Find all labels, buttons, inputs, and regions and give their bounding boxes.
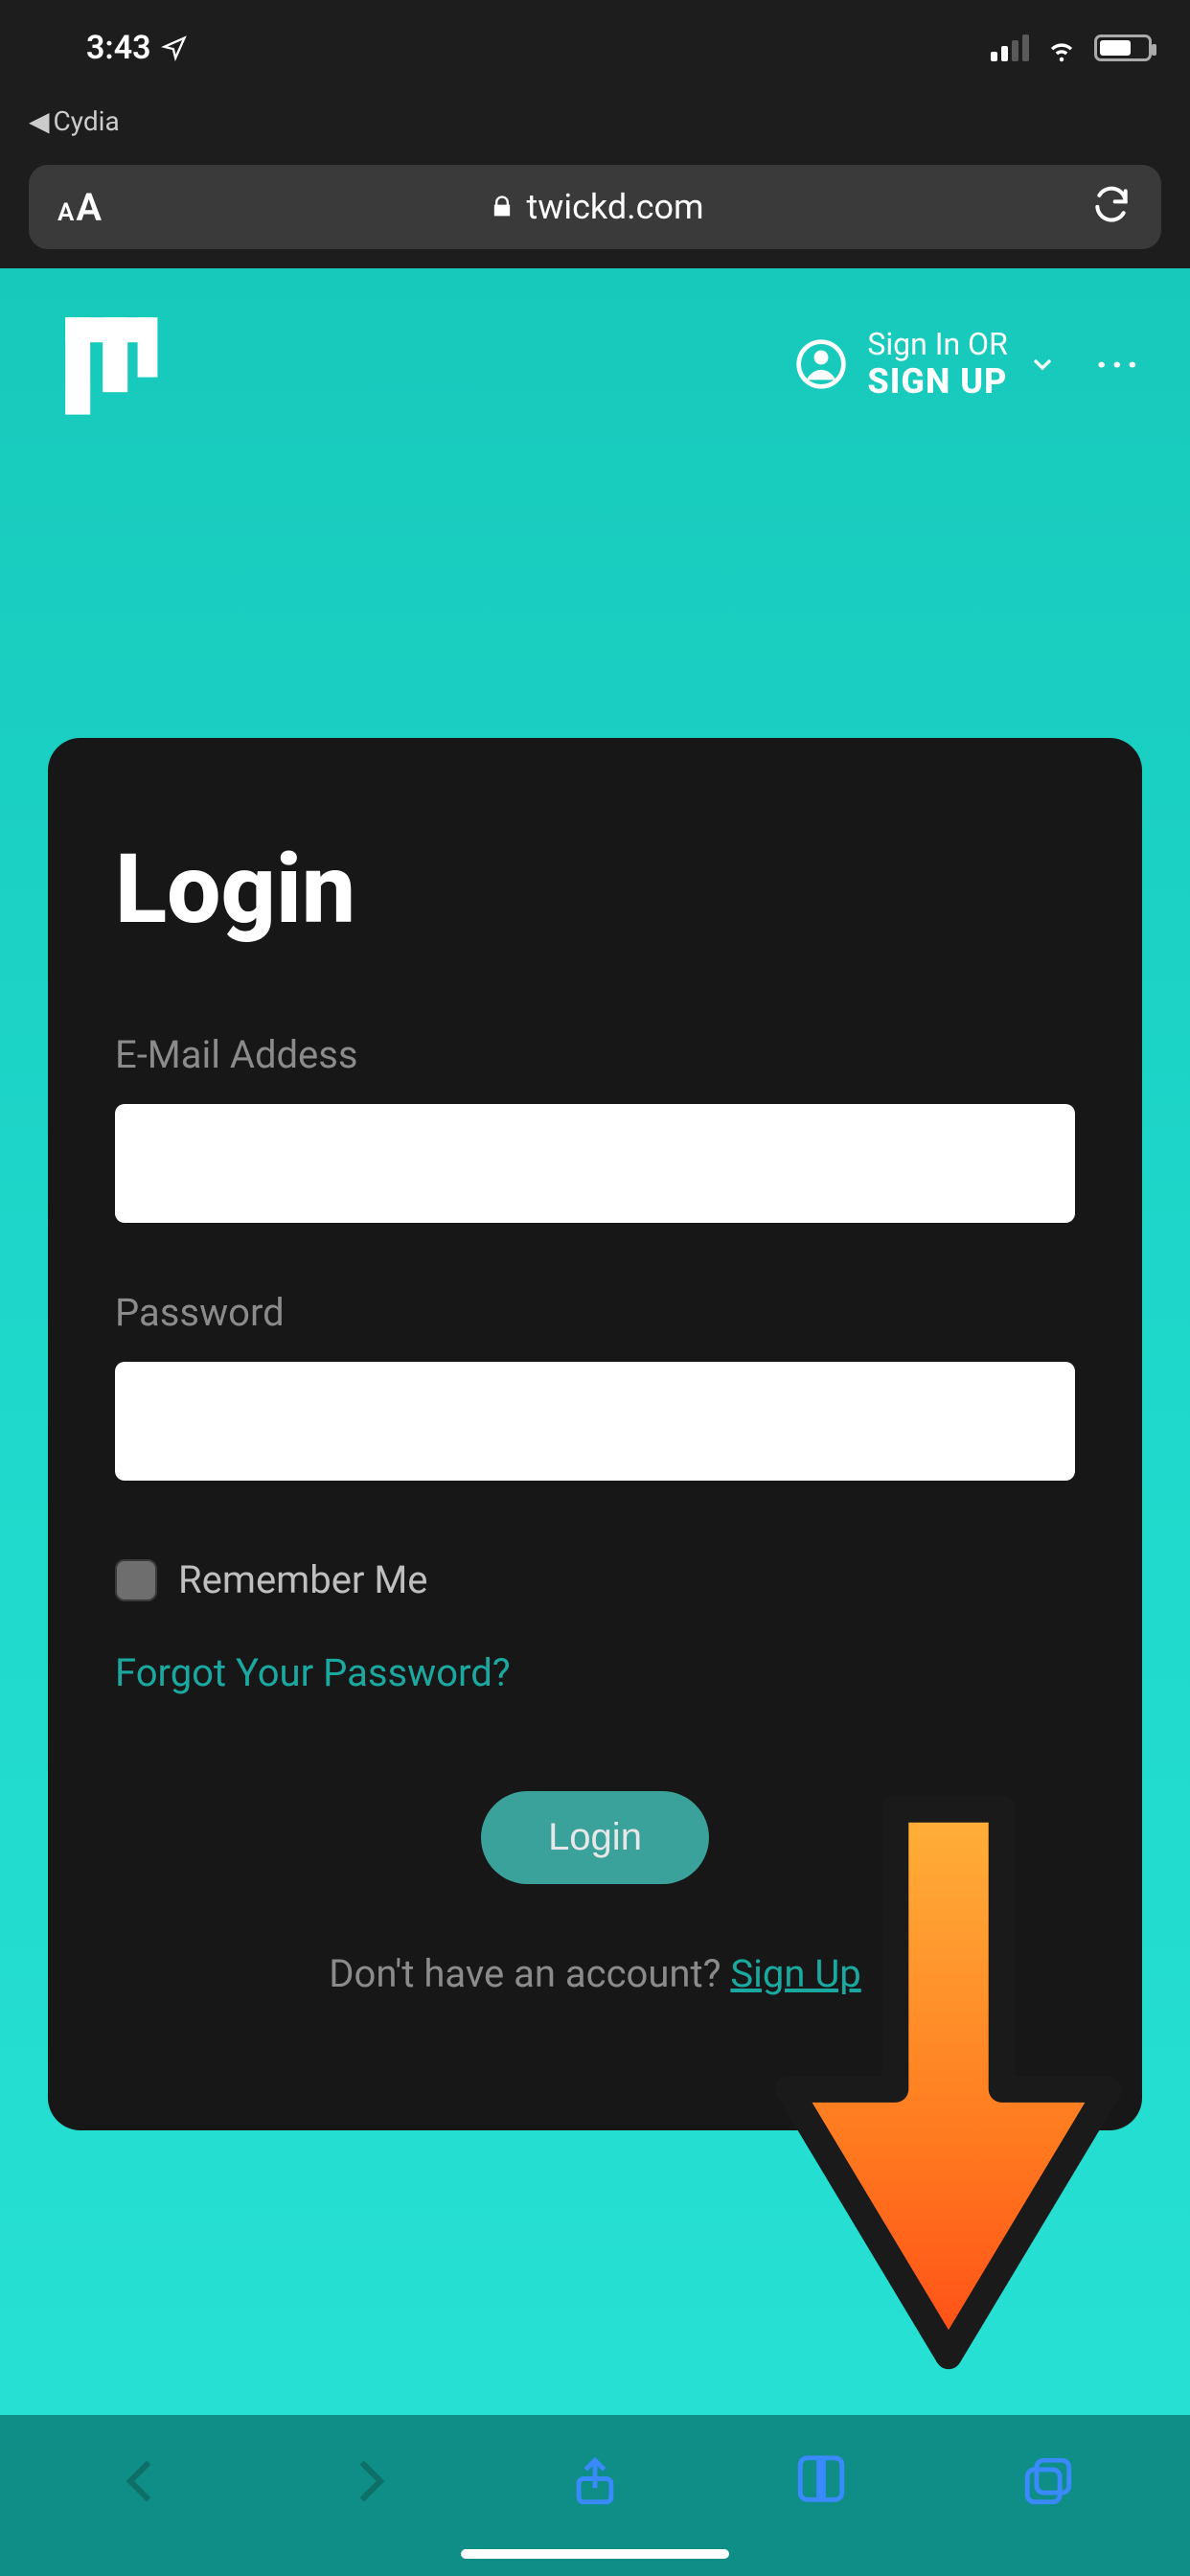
tabs-icon [1020, 2453, 1076, 2509]
forward-button[interactable] [331, 2443, 407, 2519]
remember-me-checkbox[interactable] [115, 1559, 157, 1601]
home-indicator[interactable] [461, 2549, 729, 2559]
reload-icon [1090, 184, 1133, 226]
login-card: Login E-Mail Addess Password Remember Me… [48, 738, 1142, 2130]
browser-chrome: AA twickd.com [0, 146, 1190, 268]
forgot-password-link[interactable]: Forgot Your Password? [115, 1650, 511, 1695]
reload-button[interactable] [1090, 184, 1133, 230]
big-a-icon: A [76, 185, 102, 230]
no-account-text: Don't have an account? [329, 1951, 730, 1996]
url-text: twickd.com [527, 187, 704, 227]
back-chevron-icon: ◀ [29, 105, 50, 137]
signin-label-line2: SIGN UP [867, 362, 1007, 402]
more-dots-icon: ··· [1096, 342, 1142, 387]
site-logo[interactable] [48, 300, 172, 428]
signin-dropdown[interactable]: Sign In OR SIGN UP [794, 327, 1057, 402]
tabs-button[interactable] [1010, 2443, 1087, 2519]
signin-label-line1: Sign In OR [867, 327, 1007, 362]
logo-icon [48, 300, 172, 425]
bookmarks-button[interactable] [783, 2443, 859, 2519]
page-content: Sign In OR SIGN UP ··· Login E-Mail Adde… [0, 268, 1190, 2415]
chevron-right-icon [341, 2453, 397, 2509]
location-icon [161, 34, 188, 61]
chevron-down-icon [1027, 349, 1058, 380]
more-menu-button[interactable]: ··· [1096, 342, 1142, 387]
battery-icon [1094, 34, 1152, 61]
back-to-app-label: Cydia [54, 105, 120, 137]
login-button[interactable]: Login [481, 1791, 709, 1884]
url-bar[interactable]: AA twickd.com [29, 165, 1161, 249]
back-button[interactable] [103, 2443, 180, 2519]
cellular-signal-icon [991, 34, 1029, 61]
password-field[interactable] [115, 1362, 1075, 1481]
status-bar: 3:43 [0, 0, 1190, 96]
signup-link[interactable]: Sign Up [730, 1951, 860, 1996]
text-size-button[interactable]: AA [57, 185, 102, 230]
user-avatar-icon [794, 337, 848, 391]
status-time: 3:43 [86, 29, 151, 67]
remember-me-label: Remember Me [178, 1557, 428, 1602]
email-label: E-Mail Addess [115, 1032, 1075, 1077]
email-field[interactable] [115, 1104, 1075, 1223]
signup-prompt: Don't have an account? Sign Up [115, 1951, 1075, 1996]
small-a-icon: A [57, 198, 74, 227]
wifi-icon [1044, 31, 1079, 65]
share-button[interactable] [557, 2443, 633, 2519]
back-to-app[interactable]: ◀ Cydia [0, 96, 1190, 146]
password-label: Password [115, 1290, 1075, 1335]
site-header: Sign In OR SIGN UP ··· [0, 268, 1190, 460]
share-icon [567, 2453, 623, 2509]
chevron-left-icon [114, 2453, 170, 2509]
book-icon [793, 2453, 849, 2509]
login-title: Login [115, 834, 1075, 946]
lock-icon [489, 194, 515, 220]
